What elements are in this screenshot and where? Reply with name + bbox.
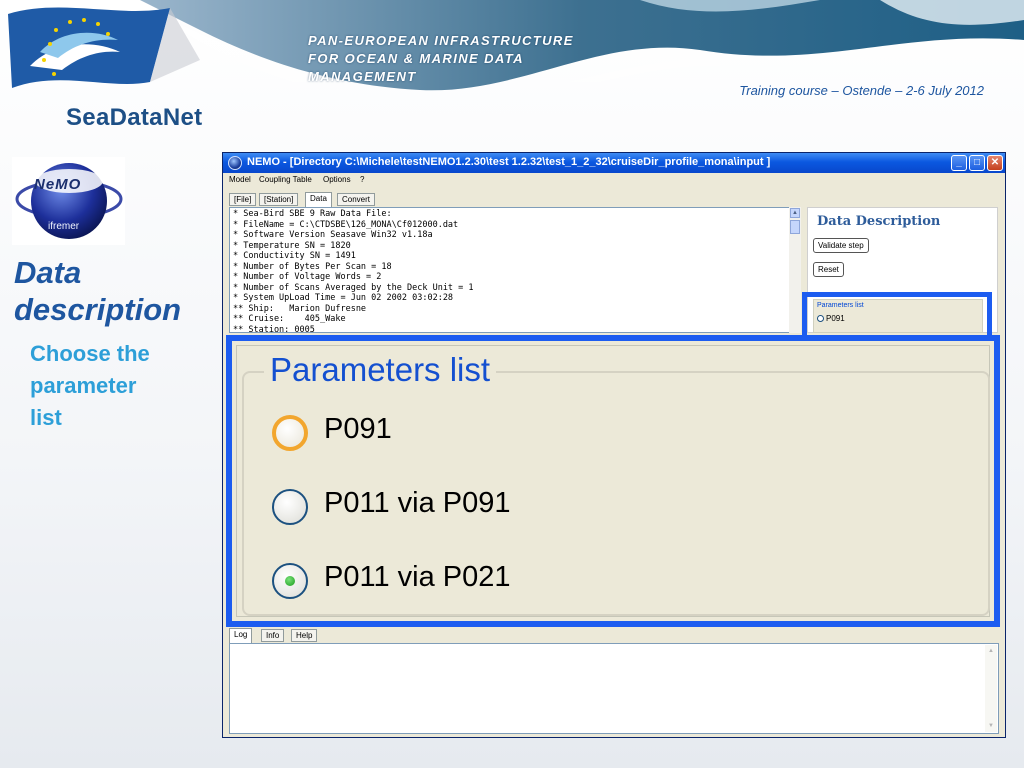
parameters-list-zoom: P091 P011 via P091 P011 via P021 Paramet… bbox=[226, 335, 1000, 627]
text-scrollbar[interactable]: ▲ bbox=[789, 207, 801, 333]
tab-info[interactable]: Info bbox=[261, 629, 285, 642]
app-icon bbox=[228, 156, 242, 170]
tab-file[interactable]: [File] bbox=[229, 193, 257, 206]
title-bar[interactable]: NEMO - [Directory C:\Michele\testNEMO1.2… bbox=[223, 153, 1005, 173]
parameters-list-group: P091 P011 via P091 P011 via P021 bbox=[242, 371, 990, 616]
slide-title-line: description bbox=[14, 292, 182, 327]
maximize-button[interactable]: □ bbox=[969, 155, 985, 171]
log-area[interactable]: ▲ ▼ bbox=[229, 643, 999, 734]
reset-button[interactable]: Reset bbox=[813, 262, 844, 277]
menu-help[interactable]: ? bbox=[360, 175, 364, 184]
zoom-source-frame bbox=[802, 292, 992, 338]
window-title: NEMO - [Directory C:\Michele\testNEMO1.2… bbox=[247, 156, 771, 168]
data-description-title: Data Description bbox=[817, 214, 941, 229]
radio-checked-icon bbox=[272, 563, 308, 599]
close-button[interactable]: ✕ bbox=[987, 155, 1003, 171]
nemo-logo-title: NeMO bbox=[34, 176, 82, 193]
slide-title: Data description bbox=[14, 254, 214, 328]
radio-unchecked-icon bbox=[272, 489, 308, 525]
tagline-line: FOR OCEAN & MARINE DATA bbox=[308, 51, 524, 66]
tab-convert[interactable]: Convert bbox=[337, 193, 376, 206]
tab-log[interactable]: Log bbox=[229, 628, 253, 643]
param-option-label: P091 bbox=[324, 413, 392, 445]
logo-text: SeaDataNet bbox=[66, 104, 203, 131]
training-course-text: Training course – Ostende – 2-6 July 201… bbox=[739, 83, 984, 98]
tagline: PAN-EUROPEAN INFRASTRUCTURE FOR OCEAN & … bbox=[308, 32, 628, 86]
slide-subtitle: Choose the parameter list bbox=[30, 338, 200, 434]
menu-bar: Model Coupling Table Options ? bbox=[223, 173, 1005, 187]
log-scrollbar[interactable]: ▲ ▼ bbox=[985, 645, 997, 732]
tab-help[interactable]: Help bbox=[291, 629, 318, 642]
menu-options[interactable]: Options bbox=[323, 175, 351, 184]
seadatanet-logo bbox=[8, 7, 200, 88]
raw-file-text[interactable]: * Sea-Bird SBE 9 Raw Data File: * FileNa… bbox=[229, 207, 797, 333]
menu-model[interactable]: Model bbox=[229, 175, 251, 184]
slide-banner: SeaDataNet PAN-EUROPEAN INFRASTRUCTURE F… bbox=[0, 0, 1024, 150]
param-option-label: P011 via P091 bbox=[324, 487, 511, 519]
tab-data[interactable]: Data bbox=[305, 192, 332, 207]
slide-subtitle-line: Choose the bbox=[30, 341, 150, 366]
slide-subtitle-line: list bbox=[30, 405, 62, 430]
slide-title-line: Data bbox=[14, 255, 82, 290]
parameters-list-legend: Parameters list bbox=[264, 351, 497, 389]
scroll-up-icon[interactable]: ▲ bbox=[790, 208, 800, 218]
slide-subtitle-line: parameter bbox=[30, 373, 137, 398]
scroll-thumb[interactable] bbox=[790, 220, 800, 234]
menu-coupling-table[interactable]: Coupling Table bbox=[259, 175, 312, 184]
tagline-line: PAN-EUROPEAN INFRASTRUCTURE bbox=[308, 33, 574, 48]
raw-file-content: * Sea-Bird SBE 9 Raw Data File: * FileNa… bbox=[233, 209, 474, 333]
validate-step-button[interactable]: Validate step bbox=[813, 238, 869, 253]
scroll-up-icon[interactable]: ▲ bbox=[986, 646, 996, 656]
tagline-line: MANAGEMENT bbox=[308, 69, 417, 84]
minimize-button[interactable]: _ bbox=[951, 155, 967, 171]
scroll-down-icon[interactable]: ▼ bbox=[986, 721, 996, 731]
param-option-label: P011 via P021 bbox=[324, 561, 511, 593]
nemo-logo-subtitle: ifremer bbox=[48, 221, 80, 232]
tab-station[interactable]: [Station] bbox=[259, 193, 299, 206]
radio-hover-icon bbox=[272, 415, 308, 451]
